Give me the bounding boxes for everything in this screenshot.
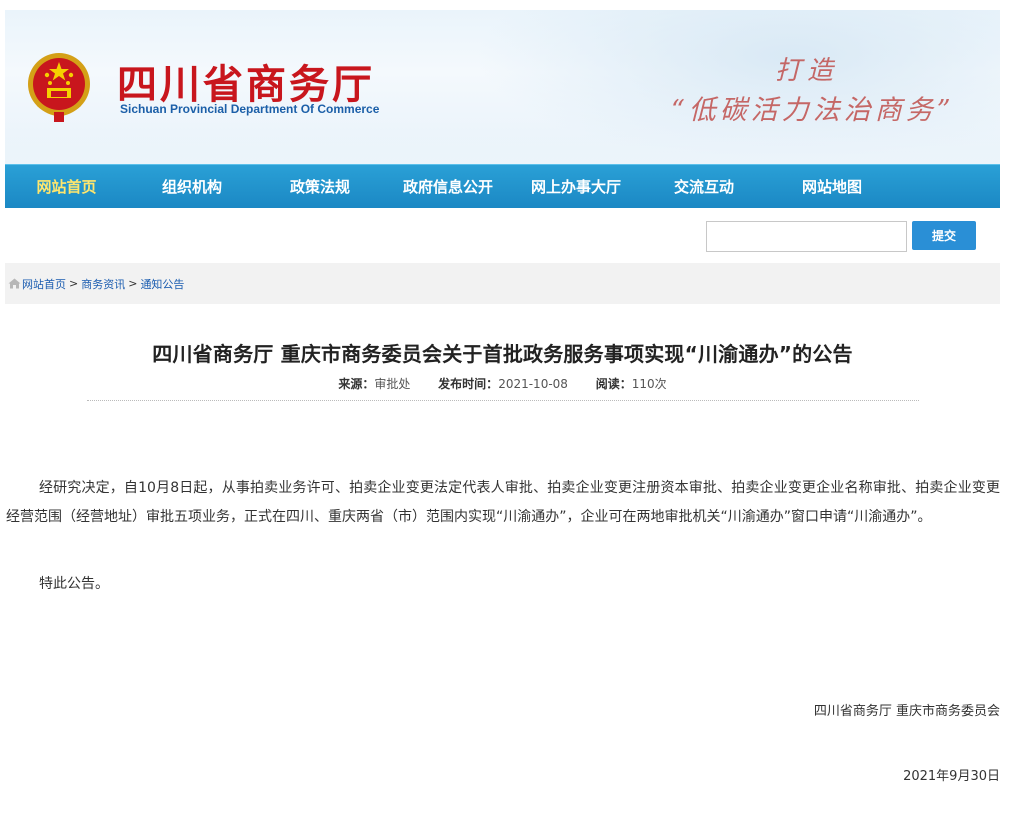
breadcrumb: 网站首页 > 商务资讯 > 通知公告: [5, 263, 1000, 304]
article-date: 发布时间：2021-10-08: [438, 377, 568, 391]
search-submit-button[interactable]: 提交: [912, 221, 976, 250]
article-sign-date: 2021年9月30日: [903, 769, 1000, 784]
breadcrumb-notices-link[interactable]: 通知公告: [140, 276, 184, 292]
reads-value: 110次: [631, 377, 667, 391]
slogan-line-2: “低碳活力法治商务”: [671, 95, 955, 126]
nav-item-online-services[interactable]: 网上办事大厅: [512, 176, 640, 197]
nav-item-home[interactable]: 网站首页: [5, 176, 128, 197]
article-signature: 四川省商务厅 重庆市商务委员会: [813, 704, 1000, 719]
banner-mist: [5, 124, 1000, 164]
article: 四川省商务厅 重庆市商务委员会关于首批政务服务事项实现“川渝通办”的公告 来源：…: [5, 338, 1000, 791]
nav-item-policies[interactable]: 政策法规: [256, 176, 384, 197]
breadcrumb-news-link[interactable]: 商务资讯: [81, 276, 125, 292]
reads-label: 阅读：: [595, 377, 632, 391]
page-container: 四川省商务厅 Sichuan Provincial Department Of …: [5, 10, 1000, 791]
article-body: 经研究决定，自10月8日起，从事拍卖业务许可、拍卖企业变更法定代表人审批、拍卖企…: [5, 474, 1000, 791]
nav-item-sitemap[interactable]: 网站地图: [768, 176, 896, 197]
breadcrumb-separator: >: [69, 277, 79, 290]
breadcrumb-separator: >: [128, 277, 138, 290]
article-reads: 阅读：110次: [596, 377, 667, 391]
nav-item-gov-info[interactable]: 政府信息公开: [384, 176, 512, 197]
nav-item-organization[interactable]: 组织机构: [128, 176, 256, 197]
article-source: 来源：审批处: [338, 377, 410, 391]
home-icon: [8, 278, 21, 289]
site-subtitle: Sichuan Provincial Department Of Commerc…: [120, 102, 380, 116]
article-divider: [86, 400, 919, 401]
search-input[interactable]: [706, 221, 907, 252]
date-label: 发布时间：: [438, 377, 499, 391]
article-title: 四川省商务厅 重庆市商务委员会关于首批政务服务事项实现“川渝通办”的公告: [152, 342, 853, 366]
article-paragraph: 特此公告。: [39, 576, 109, 592]
slogan-line-1: 打造: [775, 56, 840, 86]
date-value: 2021-10-08: [498, 377, 568, 391]
source-value: 审批处: [374, 377, 411, 391]
article-meta: 来源：审批处 发布时间：2021-10-08 阅读：110次: [5, 375, 1000, 393]
header-banner: 四川省商务厅 Sichuan Provincial Department Of …: [5, 10, 1000, 164]
nav-item-interaction[interactable]: 交流互动: [640, 176, 768, 197]
national-emblem-icon: [28, 53, 90, 122]
search-bar: 提交: [5, 208, 1000, 263]
main-nav: 网站首页 组织机构 政策法规 政府信息公开 网上办事大厅 交流互动 网站地图: [5, 164, 1000, 208]
breadcrumb-home-link[interactable]: 网站首页: [22, 276, 66, 292]
article-paragraph: 经研究决定，自10月8日起，从事拍卖业务许可、拍卖企业变更法定代表人审批、拍卖企…: [6, 480, 1000, 525]
source-label: 来源：: [338, 377, 375, 391]
